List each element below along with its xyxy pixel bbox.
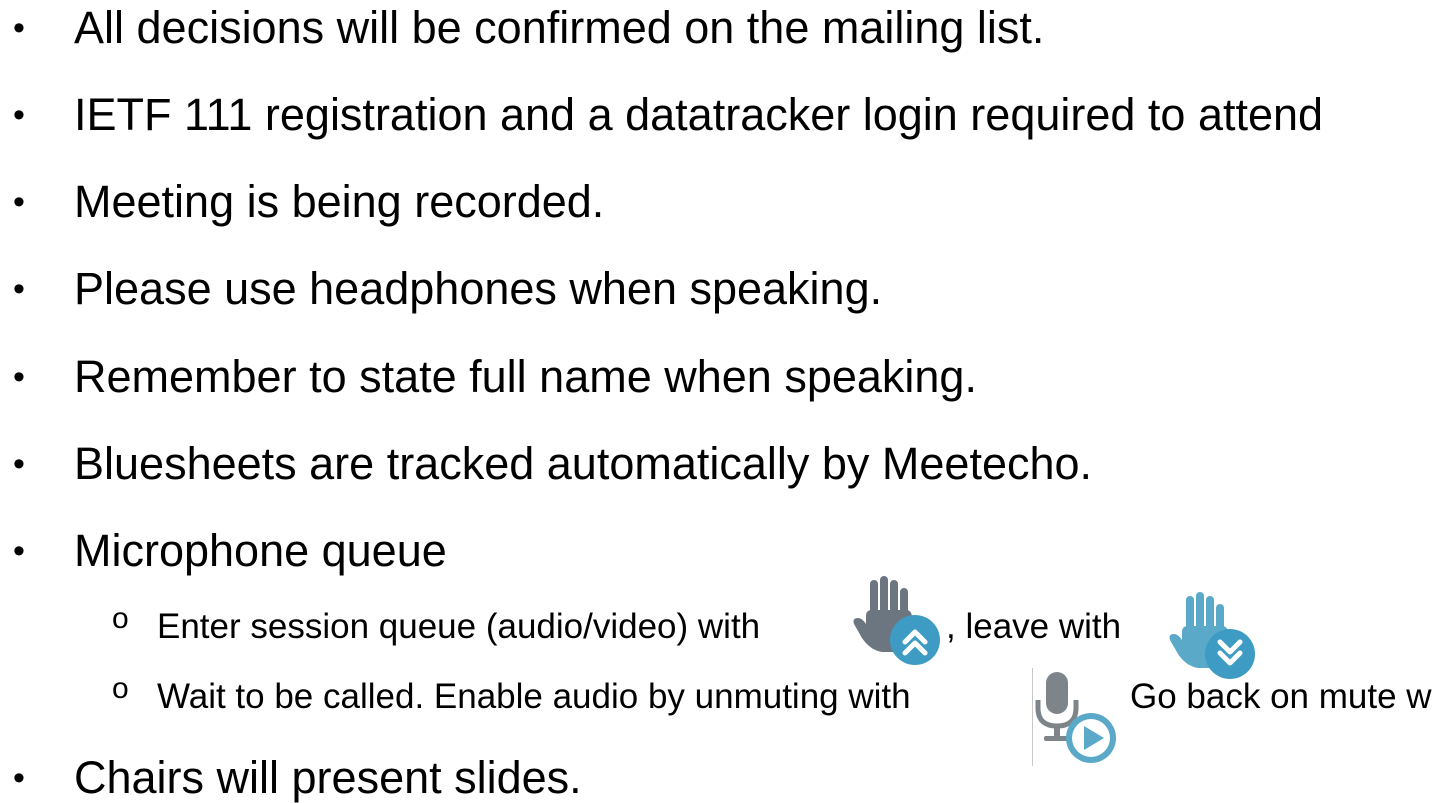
icon-divider [1032, 668, 1033, 766]
raise-hand-icon[interactable] [852, 576, 944, 668]
sub-bullet-marker: o [112, 672, 129, 705]
slide: • All decisions will be confirmed on the… [0, 0, 1439, 803]
bullet-text: Microphone queue [74, 525, 447, 576]
bullet-marker: • [13, 759, 25, 797]
mute-text: Go back on mute w [1130, 677, 1432, 716]
bullet-text: Please use headphones when speaking. [74, 263, 883, 314]
unmute-text: Wait to be called. Enable audio by unmut… [157, 677, 911, 716]
bullet-marker: • [13, 358, 25, 396]
microphone-unmute-icon[interactable] [1034, 668, 1126, 766]
bullet-text: Meeting is being recorded. [74, 176, 605, 227]
bullet-marker: • [13, 270, 25, 308]
bullet-marker: • [13, 96, 25, 134]
bullet-text: IETF 111 registration and a datatracker … [74, 89, 1324, 140]
sub-bullet-marker: o [112, 602, 129, 635]
lower-hand-icon[interactable] [1168, 592, 1260, 684]
bullet-text: Remember to state full name when speakin… [74, 351, 977, 402]
bullet-marker: • [13, 445, 25, 483]
bullet-marker: • [13, 9, 25, 47]
bullet-marker: • [13, 183, 25, 221]
queue-enter-text: Enter session queue (audio/video) with [157, 607, 761, 646]
badge-circle [890, 615, 940, 665]
queue-leave-text: , leave with [946, 607, 1122, 646]
bullet-text: All decisions will be confirmed on the m… [74, 2, 1045, 53]
bullet-text: Chairs will present slides. [74, 752, 582, 803]
bullet-marker: • [13, 532, 25, 570]
bullet-text: Bluesheets are tracked automatically by … [74, 438, 1093, 489]
